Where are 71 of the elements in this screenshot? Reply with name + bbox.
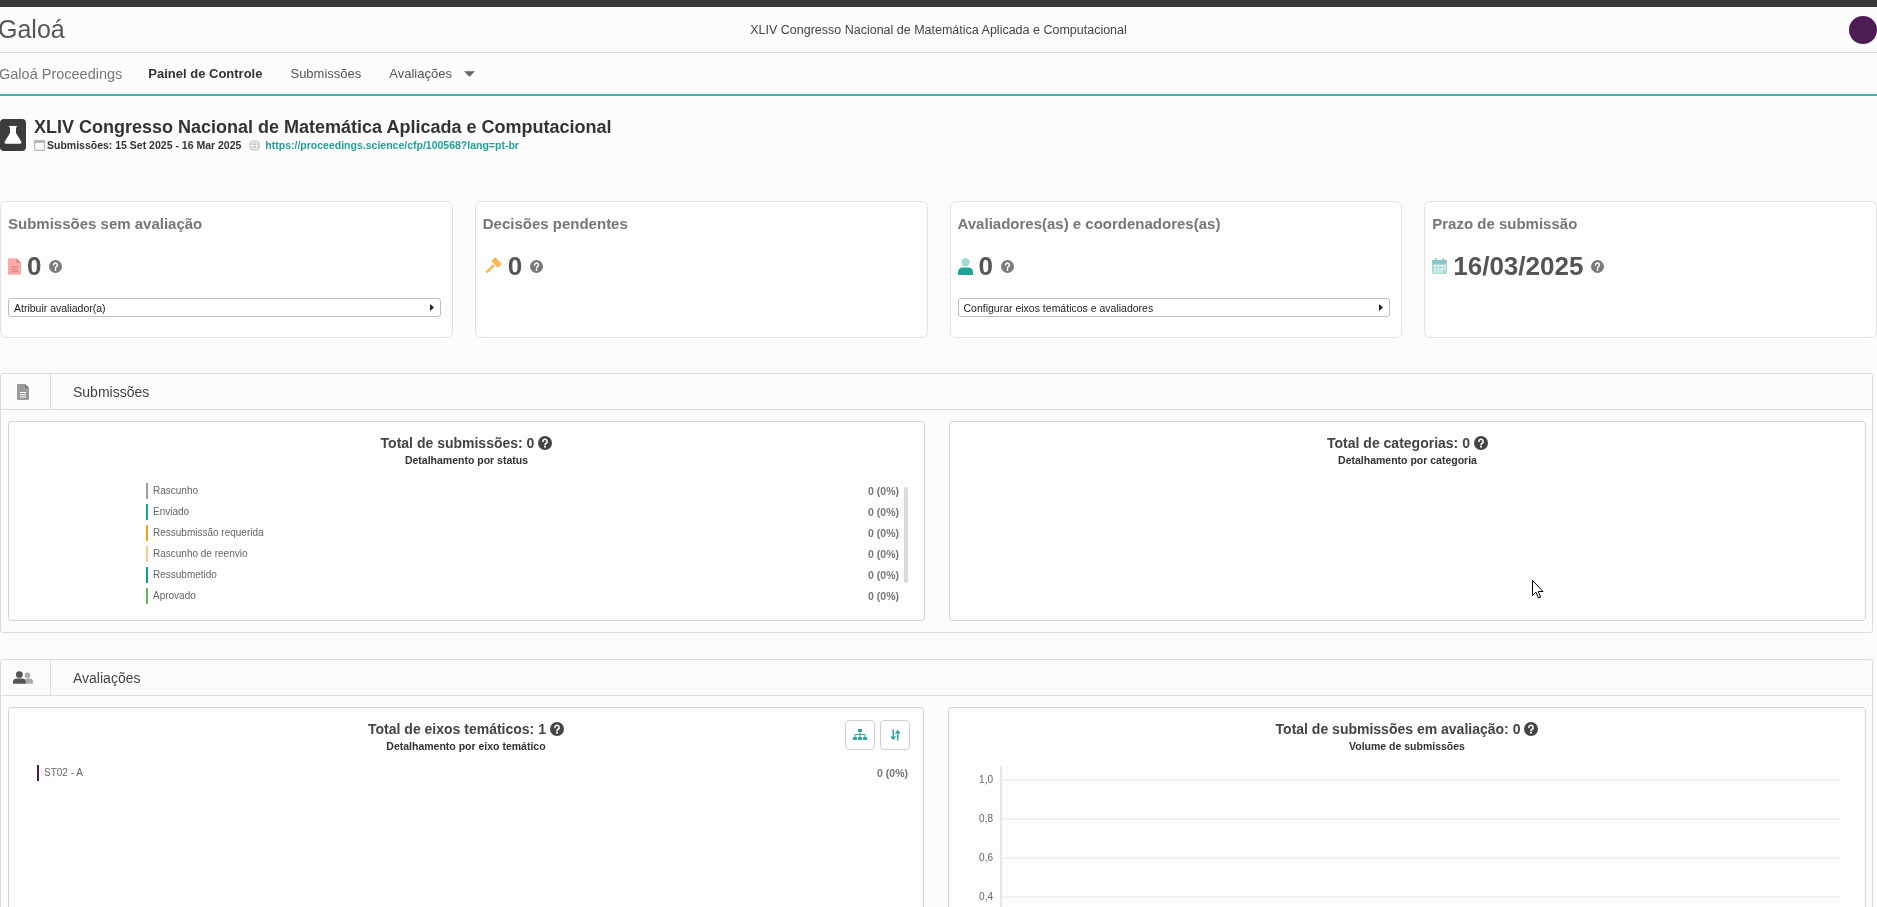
panel-title: Total de submissões: 0	[380, 434, 535, 451]
stat-value: 16/03/2025	[1453, 250, 1584, 282]
help-icon[interactable]	[49, 259, 63, 273]
nav-link[interactable]: Painel de Controle	[148, 66, 263, 81]
user-avatar[interactable]	[1849, 15, 1877, 44]
row-label: Rascunho	[153, 485, 200, 496]
panel-subtitle: Detalhamento por status	[404, 453, 529, 468]
row-label: Aprovado	[153, 590, 197, 601]
row-count: 0 (0%)	[877, 766, 908, 779]
caret-right-icon	[429, 304, 434, 311]
y-axis-label: 0,4	[979, 890, 993, 902]
row-count: 0 (0%)	[868, 547, 899, 560]
document-icon	[8, 257, 21, 275]
row-label: Ressubmetido	[153, 569, 218, 580]
section-title: Avaliações	[73, 669, 141, 686]
sort-icon	[890, 729, 900, 741]
row-label: ST02 - A	[44, 767, 84, 778]
panel-title: Total de submissões em avaliação: 0	[1275, 720, 1521, 737]
card-title: Submissões sem avaliação	[8, 214, 204, 234]
help-icon[interactable]	[530, 259, 544, 273]
users-icon	[12, 671, 33, 684]
help-icon[interactable]	[549, 721, 564, 736]
calendar-icon	[1432, 258, 1448, 274]
caret-down-icon	[463, 70, 475, 77]
mouse-cursor-icon	[1532, 580, 1544, 599]
scrollbar-thumb[interactable]	[904, 487, 908, 583]
help-icon[interactable]	[538, 435, 553, 450]
panel-subtitle: Volume de submissões	[1349, 739, 1465, 754]
help-icon[interactable]	[1000, 259, 1014, 273]
panel-title: Total de eixos temáticos: 1	[368, 720, 546, 737]
row-count: 0 (0%)	[868, 589, 899, 602]
submission-dates: Submissões: 15 Set 2025 - 16 Mar 2025	[47, 139, 242, 151]
person-icon	[957, 257, 973, 275]
panel-subtitle: Detalhamento por eixo temático	[386, 739, 546, 754]
globe-icon	[249, 139, 261, 151]
row-count: 0 (0%)	[868, 505, 899, 518]
action-dropdown[interactable]: Atribuir avaliador(a)	[8, 298, 441, 317]
card-title: Prazo de submissão	[1432, 214, 1579, 234]
row-count: 0 (0%)	[868, 484, 899, 497]
panel-title: Total de categorias: 0	[1327, 434, 1470, 451]
stat-value: 0	[27, 250, 42, 282]
row-label: Rascunho de reenvio	[153, 548, 249, 559]
nav-link[interactable]: Submissões	[290, 66, 362, 81]
panel-subtitle: Detalhamento por categoria	[1338, 453, 1477, 468]
sort-button[interactable]	[880, 720, 910, 750]
row-count: 0 (0%)	[868, 526, 899, 539]
y-axis-label: 0,6	[979, 851, 993, 863]
calendar-icon	[34, 139, 45, 151]
card-title: Avaliadores(as) e coordenadores(as)	[957, 214, 1222, 234]
row-label: Enviado	[153, 506, 191, 517]
brand-link[interactable]: Galoá Proceedings	[0, 65, 123, 82]
stat-value: 0	[978, 250, 993, 282]
event-title: XLIV Congresso Nacional de Matemática Aplicada e Computacional	[34, 117, 612, 138]
row-label: Ressubmissão requerida	[153, 527, 265, 538]
help-icon[interactable]	[1591, 259, 1605, 273]
stat-value: 0	[507, 250, 523, 282]
help-icon[interactable]	[1524, 721, 1539, 736]
y-axis-label: 1,0	[979, 773, 993, 785]
nav-dropdown[interactable]: Avaliações	[389, 66, 475, 81]
caret-right-icon	[1379, 304, 1384, 311]
action-dropdown[interactable]: Configurar eixos temáticos e avaliadores	[957, 298, 1391, 317]
help-icon[interactable]	[1473, 435, 1488, 450]
row-count: 0 (0%)	[868, 568, 899, 581]
section-title: Submissões	[73, 383, 150, 400]
y-axis-label: 0,8	[979, 812, 993, 824]
sitemap-icon	[853, 729, 867, 741]
document-icon	[16, 383, 29, 400]
logo[interactable]: Galoá	[0, 15, 65, 44]
card-title: Decisões pendentes	[482, 214, 629, 234]
hierarchy-button[interactable]	[845, 720, 875, 750]
conference-title: XLIV Congresso Nacional de Matemática Aplicada e Computacional	[750, 22, 1127, 37]
